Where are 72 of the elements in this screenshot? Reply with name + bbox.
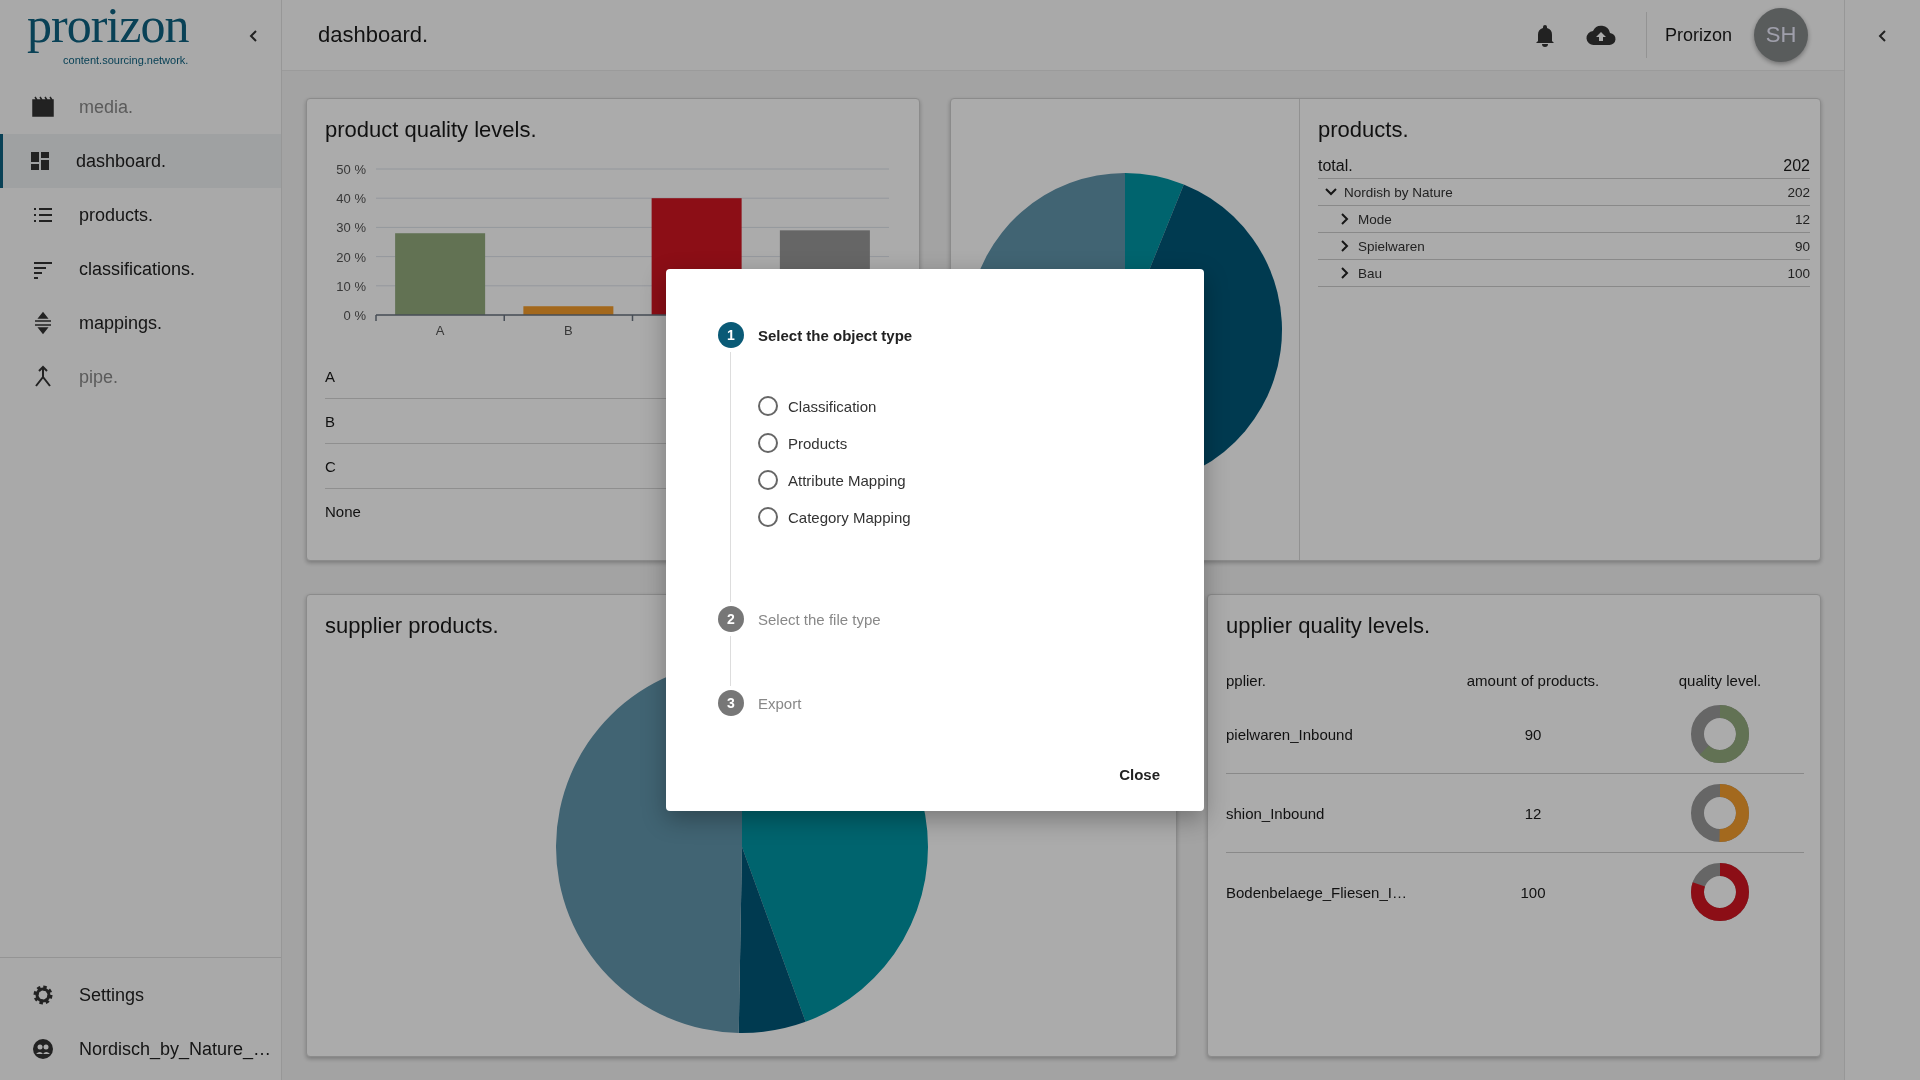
legend-label: B [325, 412, 335, 430]
tree-count: 100 [1787, 265, 1810, 281]
tree-label: Mode [1358, 211, 1393, 227]
user-name: Prorizon [1664, 24, 1732, 46]
card-title: supplier products. [325, 613, 499, 639]
total-label: total. [1318, 157, 1353, 175]
tree-row[interactable]: Mode 12 [1318, 206, 1810, 233]
y-tick-label: 0 % [343, 308, 366, 323]
y-tick-label: 50 % [336, 162, 366, 177]
card-title: products. [1318, 117, 1409, 143]
settings-icon [31, 983, 55, 1007]
table-cell-text: 90 [1523, 725, 1543, 743]
page-title: dashboard. [318, 22, 429, 48]
step-number: 3 [718, 690, 744, 716]
tree-label: Spielwaren [1358, 238, 1426, 254]
table-cell-text: 100 [1519, 883, 1547, 901]
nav-item[interactable]: dashboard. [0, 134, 281, 188]
card-title: upplier quality levels. [1226, 613, 1431, 639]
nav-item[interactable]: products. [0, 188, 281, 242]
legend-label: None [325, 502, 361, 520]
table-cell-text: 12 [1523, 804, 1543, 822]
radio-option[interactable]: Category Mapping [758, 505, 1160, 529]
step-number: 1 [718, 322, 744, 348]
close-button[interactable]: Close [1105, 756, 1160, 791]
step-label[interactable]: Select the object type [758, 326, 913, 344]
column-header: amount of products. [1465, 671, 1601, 689]
tree-label: Nordish by Nature [1344, 184, 1454, 200]
legend-label: C [325, 457, 336, 475]
radio-button[interactable] [758, 396, 778, 416]
tree-row[interactable]: Spielwaren 90 [1318, 233, 1810, 260]
legend-label: A [325, 367, 335, 385]
step-label[interactable]: Select the file type [758, 610, 881, 628]
radio-button[interactable] [758, 433, 778, 453]
donut-chart-drawing [1689, 861, 1751, 923]
radio-button[interactable] [758, 470, 778, 490]
tree-count: 202 [1787, 184, 1810, 200]
y-tick-label: 20 % [336, 249, 366, 265]
y-tick-label: 10 % [336, 278, 366, 294]
total-count: 202 [1783, 157, 1810, 175]
card-title: product quality levels. [325, 117, 537, 143]
logo-tagline: content.sourcing.network. [63, 53, 189, 66]
donut-chart-drawing [1689, 703, 1751, 765]
step-number: 2 [718, 606, 744, 632]
tree-count: 90 [1794, 238, 1810, 254]
donut-chart-drawing [1689, 782, 1751, 844]
tree-row[interactable]: Bau 100 [1318, 260, 1810, 287]
tree-count: 12 [1794, 211, 1810, 227]
nav-item[interactable]: mappings. [0, 296, 281, 350]
nav-item[interactable]: classifications. [0, 242, 281, 296]
table-cell-text: pielwaren_Inbound [1226, 725, 1354, 743]
radio-option[interactable]: Products [758, 431, 1160, 455]
y-tick-label: 40 % [336, 191, 366, 207]
tree-label: Bau [1358, 265, 1384, 281]
y-tick-label: 30 % [336, 220, 366, 236]
table-cell-text: shion_Inbound [1226, 804, 1326, 822]
radio-option[interactable]: Classification [758, 394, 1160, 418]
x-tick-label: B [564, 323, 573, 338]
group-icon [31, 1037, 55, 1061]
logo-wordmark: prorizon [27, 0, 189, 53]
nav-item[interactable]: Settings [0, 968, 281, 1022]
x-tick-label: A [435, 323, 445, 338]
column-header: pplier. [1226, 671, 1268, 689]
column-header: quality level. [1677, 671, 1763, 689]
tree-row[interactable]: Nordish by Nature 202 [1318, 179, 1810, 206]
cloud-upload-icon[interactable] [1585, 24, 1616, 46]
radio-button[interactable] [758, 507, 778, 527]
clapperboard-icon [31, 95, 55, 119]
nav-item[interactable]: Nordisch_by_Nature_… [0, 1022, 281, 1076]
table-cell-text: Bodenbelaege_Fliesen_I… [1226, 883, 1408, 901]
dashboard-icon [28, 149, 52, 173]
radio-option[interactable]: Attribute Mapping [758, 468, 1160, 492]
step-label[interactable]: Export [758, 694, 802, 712]
